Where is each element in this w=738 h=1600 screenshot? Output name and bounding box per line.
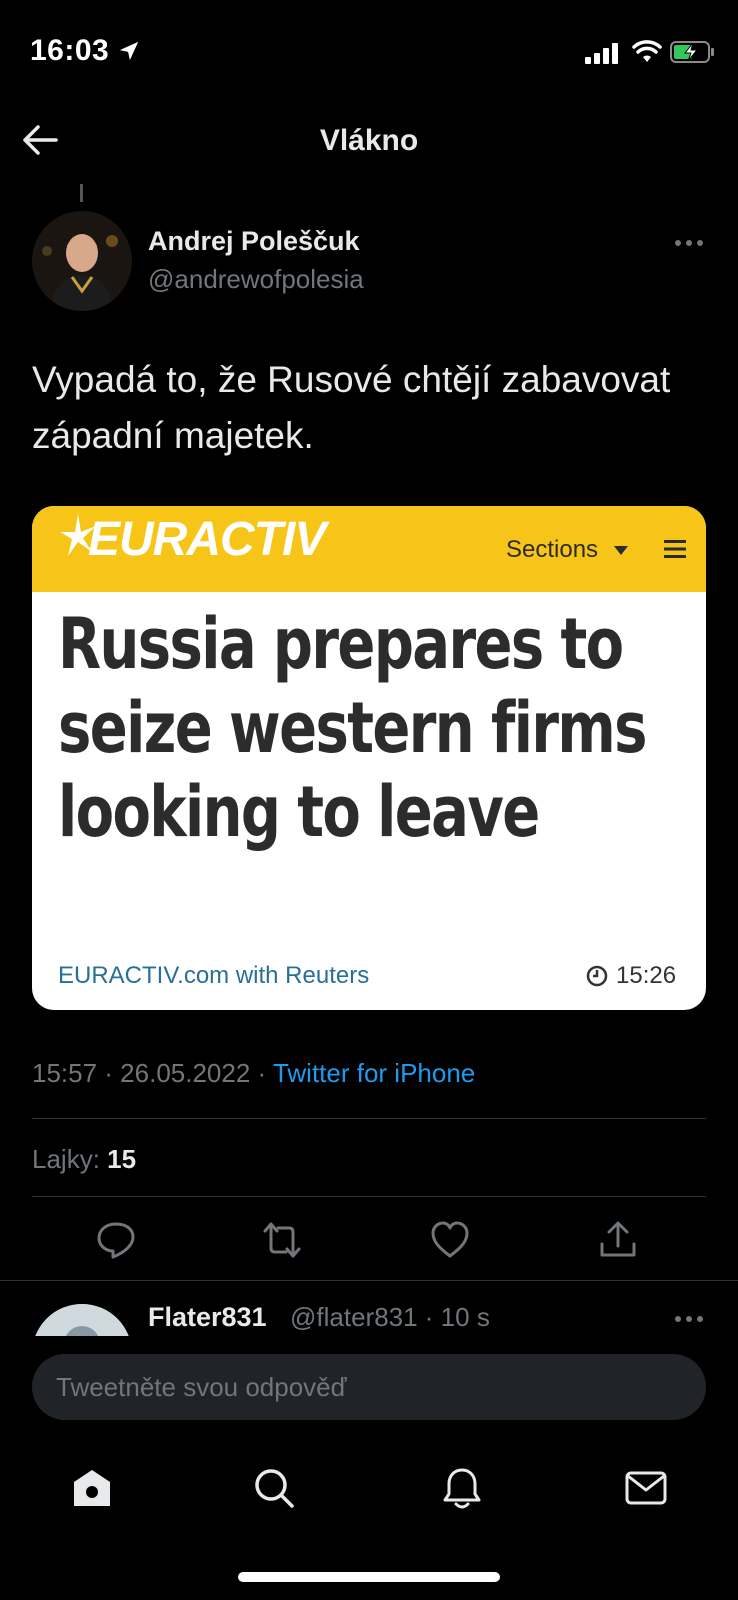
divider — [0, 1280, 738, 1281]
tweet-source-link[interactable]: Twitter for iPhone — [273, 1058, 475, 1088]
cellular-signal-icon — [585, 43, 618, 64]
location-arrow-icon — [119, 41, 139, 61]
retweet-icon[interactable] — [262, 1220, 302, 1260]
tweet-timestamp: 15:57 · 26.05.2022 · Twitter for iPhone — [32, 1058, 475, 1089]
tweet-text: Vypadá to, že Rusové chtějí zabavovat zá… — [32, 359, 671, 456]
more-options-icon[interactable] — [674, 1314, 704, 1324]
status-time: 16:03 — [30, 34, 110, 67]
notifications-icon[interactable] — [440, 1466, 484, 1510]
card-source: EURACTIV.com with Reuters — [58, 962, 370, 989]
reply-meta: @flater831 · 10 s — [290, 1302, 490, 1332]
wifi-icon — [632, 40, 662, 62]
page-title: Vlákno — [319, 124, 419, 157]
reply-input[interactable] — [32, 1354, 706, 1420]
home-icon[interactable] — [70, 1466, 114, 1510]
tweet-media-image[interactable]: EURACTIV Sections Russia prepares to sei… — [32, 506, 706, 1010]
messages-icon[interactable] — [624, 1466, 668, 1510]
card-sections-label: Sections — [506, 536, 599, 563]
author-avatar[interactable] — [32, 211, 132, 311]
divider — [32, 1118, 706, 1119]
thread-connector-line — [80, 184, 83, 202]
likes-label: Lajky: — [32, 1144, 108, 1174]
like-icon[interactable] — [430, 1220, 470, 1260]
tweet-date: 15:57 · 26.05.2022 · — [32, 1058, 273, 1088]
search-icon[interactable] — [252, 1466, 296, 1510]
share-icon[interactable] — [598, 1220, 638, 1260]
card-time: 15:26 — [616, 962, 677, 989]
card-logo-text: EURACTIV — [88, 513, 326, 566]
likes-count[interactable]: Lajky: 15 — [32, 1144, 136, 1175]
hamburger-menu-icon — [664, 540, 686, 558]
author-handle[interactable]: @andrewofpolesia — [148, 264, 364, 295]
divider — [32, 1196, 706, 1197]
battery-charging-icon — [670, 41, 714, 63]
more-options-icon[interactable] — [674, 238, 704, 248]
likes-number: 15 — [107, 1144, 137, 1174]
reply-icon[interactable] — [96, 1220, 136, 1260]
home-indicator[interactable] — [238, 1572, 500, 1582]
caret-down-icon — [614, 546, 628, 555]
clock-icon — [586, 965, 608, 987]
reply-author-name[interactable]: Flater831 — [148, 1302, 267, 1333]
author-name[interactable]: Andrej Poleščuk — [148, 226, 360, 257]
card-headline: Russia prepares to seize western firms l… — [58, 603, 647, 853]
